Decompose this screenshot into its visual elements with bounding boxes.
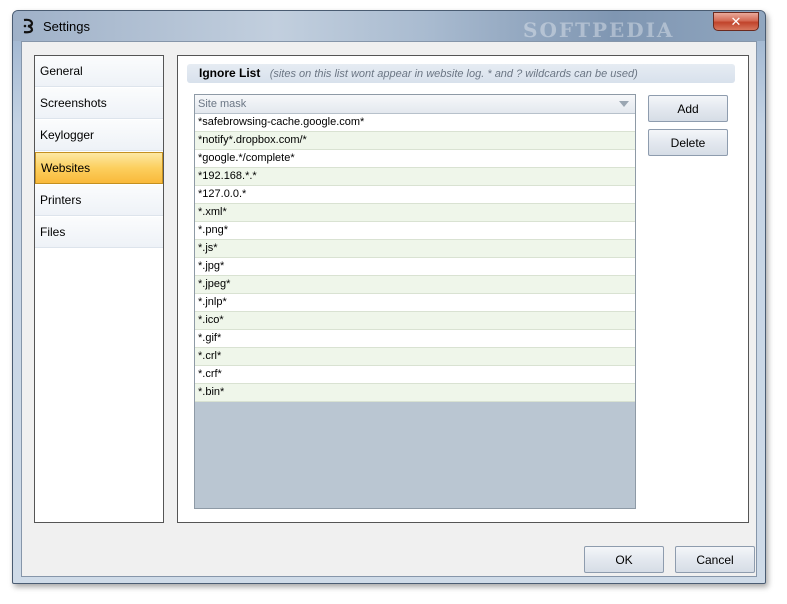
- sidebar-item-label: Screenshots: [40, 96, 107, 110]
- sidebar-item-label: General: [40, 64, 83, 78]
- table-row[interactable]: *.crl*: [195, 348, 635, 366]
- grid-rows: *safebrowsing-cache.google.com* *notify*.…: [195, 114, 635, 402]
- title-bar[interactable]: Settings SOFTPEDIA ✕: [13, 11, 765, 42]
- table-row[interactable]: *safebrowsing-cache.google.com*: [195, 114, 635, 132]
- ok-button[interactable]: OK: [584, 546, 664, 573]
- sidebar-item-label: Files: [40, 225, 66, 239]
- table-row[interactable]: *.gif*: [195, 330, 635, 348]
- sidebar-item-screenshots[interactable]: Screenshots: [35, 88, 163, 119]
- section-title: Ignore List: [199, 66, 261, 80]
- app-icon: [23, 18, 34, 34]
- table-row[interactable]: *.jnlp*: [195, 294, 635, 312]
- column-header-label: Site mask: [198, 98, 247, 110]
- close-button[interactable]: ✕: [713, 12, 759, 31]
- table-row[interactable]: *127.0.0.*: [195, 186, 635, 204]
- table-row[interactable]: *.ico*: [195, 312, 635, 330]
- table-row[interactable]: *google.*/complete*: [195, 150, 635, 168]
- sidebar-item-files[interactable]: Files: [35, 217, 163, 248]
- table-row[interactable]: *.bin*: [195, 384, 635, 402]
- site-mask-grid[interactable]: Site mask *safebrowsing-cache.google.com…: [194, 94, 636, 509]
- table-row[interactable]: *.png*: [195, 222, 635, 240]
- table-row[interactable]: *notify*.dropbox.com/*: [195, 132, 635, 150]
- client-area: General Screenshots Keylogger Websites P…: [21, 41, 757, 577]
- cancel-button[interactable]: Cancel: [675, 546, 755, 573]
- table-row[interactable]: *.js*: [195, 240, 635, 258]
- settings-window: Settings SOFTPEDIA ✕ General Screenshots…: [12, 10, 766, 584]
- sidebar-item-websites[interactable]: Websites: [35, 152, 163, 184]
- table-row[interactable]: *.jpg*: [195, 258, 635, 276]
- window-title: Settings: [43, 19, 90, 34]
- sidebar-item-label: Keylogger: [40, 128, 95, 142]
- column-header-site-mask[interactable]: Site mask: [195, 95, 635, 114]
- sidebar-item-general[interactable]: General: [35, 56, 163, 87]
- sidebar-item-label: Printers: [40, 193, 82, 207]
- close-icon: ✕: [730, 13, 742, 29]
- table-row[interactable]: *.crf*: [195, 366, 635, 384]
- sort-arrow-icon: [619, 101, 629, 107]
- add-button[interactable]: Add: [648, 95, 728, 122]
- delete-button[interactable]: Delete: [648, 129, 728, 156]
- sidebar-item-label: Websites: [41, 161, 91, 175]
- sidebar-item-printers[interactable]: Printers: [35, 185, 163, 216]
- section-description: (sites on this list wont appear in websi…: [269, 68, 638, 80]
- ignore-list-header: Ignore List (sites on this list wont app…: [187, 64, 735, 83]
- watermark: SOFTPEDIA: [523, 18, 675, 42]
- sidebar: General Screenshots Keylogger Websites P…: [34, 55, 164, 523]
- table-row[interactable]: *.xml*: [195, 204, 635, 222]
- table-row[interactable]: *.jpeg*: [195, 276, 635, 294]
- sidebar-item-keylogger[interactable]: Keylogger: [35, 120, 163, 151]
- websites-panel: Ignore List (sites on this list wont app…: [177, 55, 749, 523]
- table-row[interactable]: *192.168.*.*: [195, 168, 635, 186]
